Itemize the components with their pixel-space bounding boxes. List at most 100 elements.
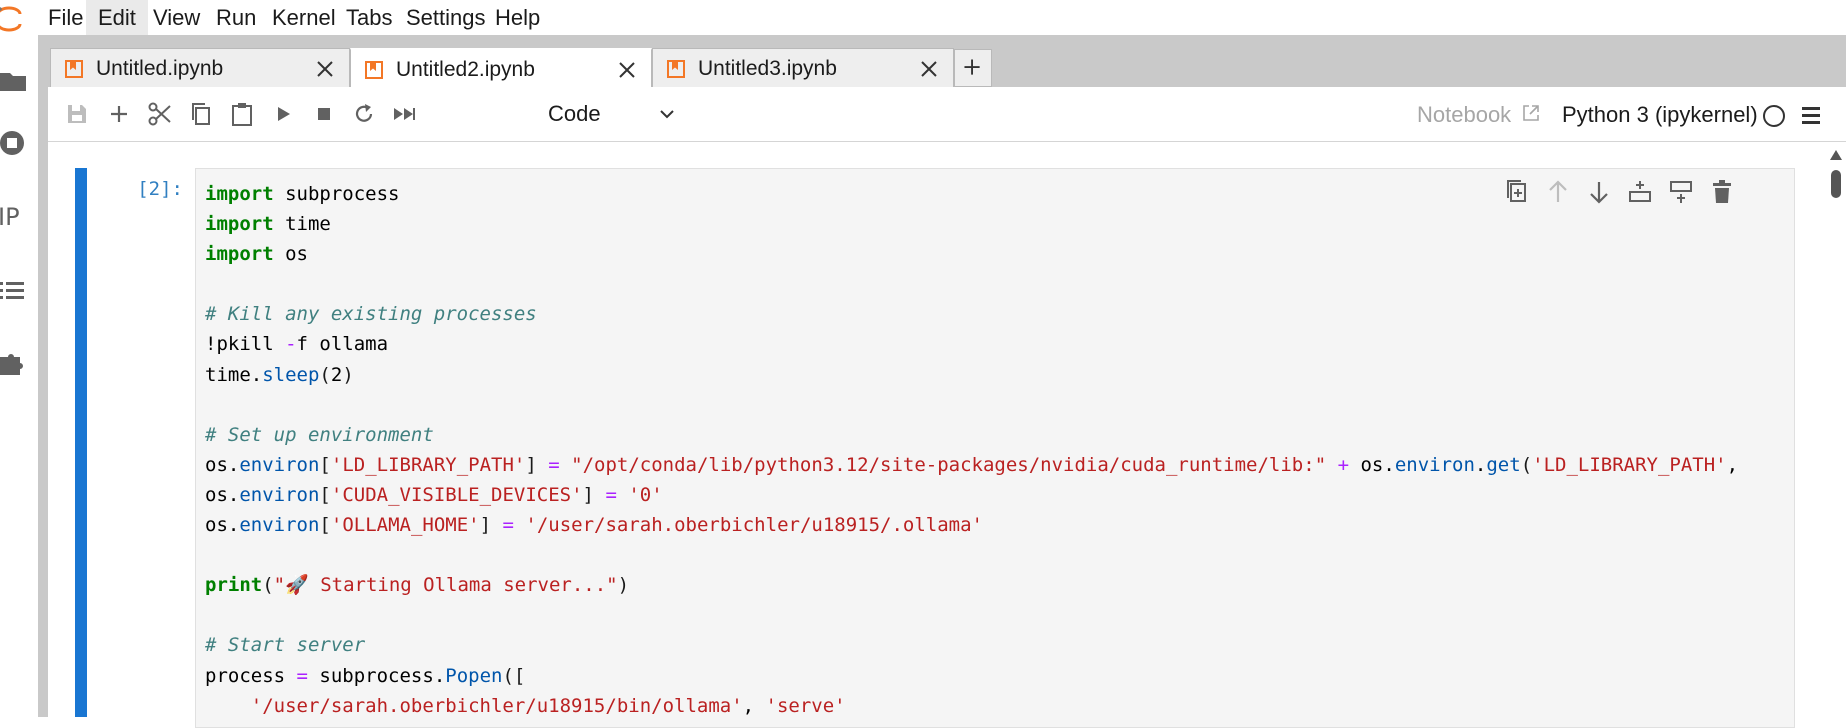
code-token: . — [433, 664, 446, 687]
code-token: + — [1337, 453, 1350, 476]
property-inspector-icon[interactable]: IP — [0, 201, 30, 233]
kernel-name[interactable]: Python 3 (ipykernel) — [1562, 87, 1758, 142]
code-token: import — [205, 243, 274, 266]
code-token: ] — [525, 453, 537, 476]
run-icon[interactable] — [269, 100, 297, 128]
cell-type-select[interactable]: Code — [548, 95, 688, 133]
code-line: # Kill any existing processes — [205, 299, 1738, 329]
code-line: time.sleep(2) — [205, 360, 1738, 390]
menu-view[interactable]: View — [141, 0, 212, 35]
menu-edit[interactable]: Edit — [86, 0, 148, 35]
code-token: os — [205, 514, 228, 537]
scroll-up-arrow-icon[interactable] — [1830, 150, 1842, 160]
code-token: process — [205, 664, 286, 687]
code-token: ) — [617, 574, 630, 597]
tab-untitled2[interactable]: Untitled2.ipynb — [350, 48, 652, 88]
delete-cell-icon[interactable] — [1708, 178, 1736, 206]
code-token: 'LD_LIBRARY_PATH' — [330, 453, 526, 476]
paste-icon[interactable] — [228, 100, 256, 128]
close-icon[interactable] — [919, 59, 939, 79]
close-icon[interactable] — [315, 59, 335, 79]
code-line: os.environ['OLLAMA_HOME'] = '/user/sarah… — [205, 510, 1738, 540]
code-line: # Set up environment — [205, 420, 1738, 450]
move-up-icon[interactable] — [1544, 178, 1572, 206]
code-token: = — [548, 453, 560, 476]
code-token: ] — [479, 514, 492, 537]
code-token: ( — [319, 363, 331, 386]
scroll-thumb[interactable] — [1831, 170, 1841, 198]
notebook-icon — [667, 60, 685, 78]
code-token: # Set up environment — [205, 423, 434, 446]
code-token: import — [205, 183, 274, 205]
code-line: import time — [205, 209, 1738, 239]
code-token: subprocess — [307, 664, 434, 687]
insert-cell-icon[interactable] — [105, 100, 133, 128]
move-down-icon[interactable] — [1585, 178, 1613, 206]
code-token: . — [1474, 453, 1487, 476]
notebook-scrollbar[interactable] — [1826, 142, 1846, 717]
tab-untitled3[interactable]: Untitled3.ipynb — [652, 48, 954, 87]
code-token: . — [227, 483, 240, 506]
menu-help[interactable]: Help — [483, 0, 552, 35]
copy-icon[interactable] — [187, 100, 215, 128]
code-token: # Start server — [205, 634, 366, 657]
code-token: time — [273, 213, 331, 236]
duplicate-cell-icon[interactable] — [1503, 178, 1531, 206]
table-of-contents-icon[interactable] — [0, 275, 32, 307]
code-token: import — [205, 213, 274, 236]
code-token: environ — [1394, 453, 1475, 476]
code-token: [ — [319, 483, 331, 506]
code-token: environ — [239, 514, 320, 537]
code-token: subprocess — [273, 183, 400, 205]
insert-above-icon[interactable] — [1626, 178, 1654, 206]
insert-below-icon[interactable] — [1667, 178, 1695, 206]
folder-icon[interactable] — [0, 65, 32, 97]
code-line: !pkill -f ollama — [205, 329, 1738, 359]
tab-label: Untitled3.ipynb — [698, 57, 837, 80]
notebook-icon — [365, 61, 383, 79]
restart-icon[interactable] — [350, 100, 378, 128]
code-token: '0' — [628, 483, 663, 506]
menu-bar: File Edit View Run Kernel Tabs Settings … — [0, 0, 1846, 35]
code-line: # Start server — [205, 630, 1738, 660]
code-token: = — [502, 514, 514, 537]
menu-settings[interactable]: Settings — [394, 0, 498, 35]
save-icon[interactable] — [63, 100, 91, 128]
notebook-label[interactable]: Notebook — [1417, 87, 1511, 142]
notebook-icon — [65, 60, 83, 78]
code-token: os — [1349, 453, 1384, 476]
tab-label: Untitled.ipynb — [96, 57, 224, 80]
close-icon[interactable] — [617, 60, 637, 80]
code-line: process = subprocess.Popen([ — [205, 661, 1738, 691]
cell-toolbar — [1503, 175, 1793, 209]
cut-icon[interactable] — [146, 100, 174, 128]
new-launcher-button[interactable] — [954, 49, 992, 87]
extension-icon[interactable] — [0, 349, 32, 381]
tab-untitled[interactable]: Untitled.ipynb — [50, 48, 350, 87]
kernel-status-idle-icon — [1763, 105, 1785, 127]
stop-icon[interactable] — [310, 100, 338, 128]
code-line: import os — [205, 239, 1738, 269]
cell-type-label: Code — [548, 101, 601, 126]
code-token: . — [250, 363, 263, 386]
cell-collapser[interactable] — [75, 168, 87, 717]
code-token: get — [1486, 453, 1521, 476]
running-icon[interactable] — [0, 127, 32, 159]
restart-run-all-icon[interactable] — [391, 100, 419, 128]
code-token: environ — [239, 453, 320, 476]
menu-icon[interactable] — [1800, 104, 1822, 126]
code-content: import subprocess import time import os # … — [205, 179, 1738, 721]
code-token: ([ — [502, 664, 526, 687]
code-token: "/opt/conda/lib/python3.12/site-packages… — [571, 453, 1327, 476]
code-token: time — [205, 363, 251, 386]
launch-icon[interactable] — [1521, 103, 1541, 123]
code-token: 'CUDA_VISIBLE_DEVICES' — [330, 483, 583, 506]
code-cell-editor[interactable]: import subprocess import time import os # … — [195, 168, 1795, 728]
code-token: ( — [1520, 453, 1533, 476]
menu-run[interactable]: Run — [204, 0, 268, 35]
